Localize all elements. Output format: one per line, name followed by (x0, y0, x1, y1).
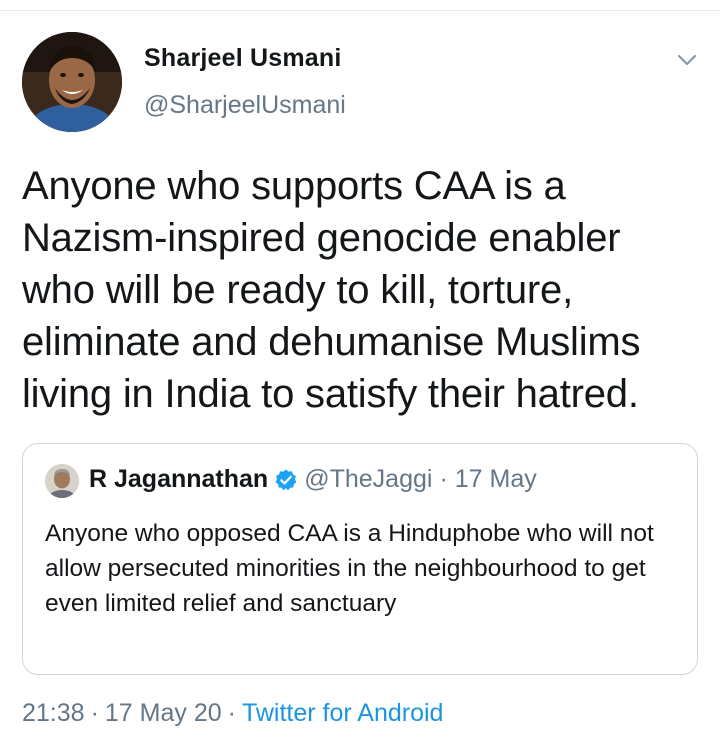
quoted-tweet-card[interactable]: R Jagannathan @TheJaggi · 17 May Anyone … (22, 443, 698, 675)
meta-separator: · (90, 699, 99, 727)
quoted-separator: · (439, 465, 448, 493)
tweet-text: Anyone who supports CAA is a Nazism-insp… (22, 164, 641, 416)
tweet-date[interactable]: 17 May 20 (105, 699, 222, 727)
quoted-author-avatar[interactable] (45, 464, 79, 498)
author-handle[interactable]: @SharjeelUsmani (144, 91, 346, 120)
author-name[interactable]: Sharjeel Usmani (144, 44, 342, 73)
quoted-tweet-text: Anyone who opposed CAA is a Hinduphobe w… (45, 520, 654, 617)
author-avatar[interactable] (22, 32, 122, 132)
chevron-down-icon[interactable] (676, 52, 698, 68)
tweet-time[interactable]: 21:38 (22, 699, 85, 727)
meta-separator: · (227, 699, 236, 727)
quoted-author-avatar-image (45, 464, 79, 498)
quoted-tweet-header: R Jagannathan @TheJaggi · 17 May (89, 465, 537, 494)
quoted-tweet-date[interactable]: 17 May (455, 465, 537, 494)
tweet-metadata: 21:38 · 17 May 20 · Twitter for Android (22, 699, 443, 728)
top-divider (0, 10, 720, 11)
verified-badge-icon (275, 469, 297, 490)
author-avatar-image (22, 32, 122, 132)
quoted-author-handle[interactable]: @TheJaggi (304, 465, 432, 494)
quoted-author-name[interactable]: R Jagannathan (89, 465, 268, 494)
tweet-source-link[interactable]: Twitter for Android (242, 699, 443, 727)
